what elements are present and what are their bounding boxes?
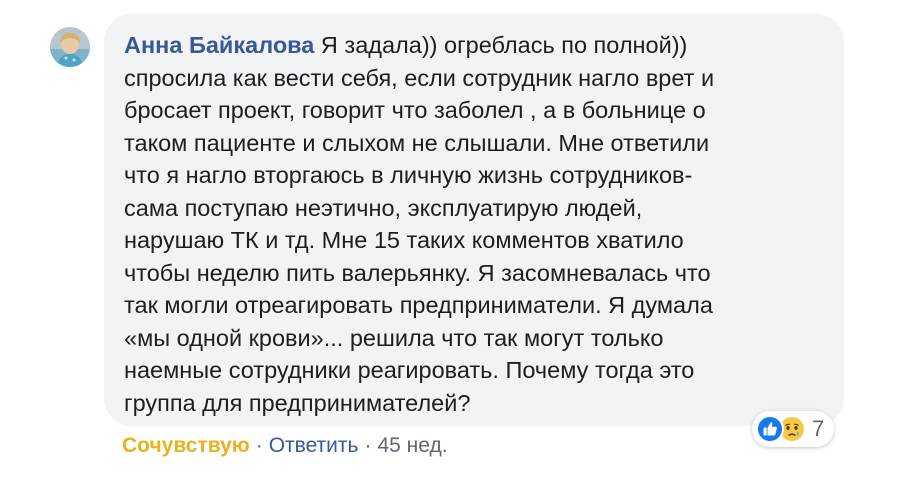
comment-line: «мы одной крови»... решила что так могут…	[124, 324, 664, 351]
reactions-summary[interactable]: 7	[752, 411, 835, 447]
comment-line: бросает проект, говорит что заболел , а …	[124, 97, 706, 123]
separator-dot: ·	[255, 434, 263, 457]
comment-actions: Сочувствую · Ответить · 45 нед.	[122, 432, 448, 460]
like-icon	[756, 415, 784, 443]
comment-text-segment: Я задала)) огреблась по полной))	[320, 32, 688, 58]
reaction-count: 7	[812, 416, 825, 441]
comment-line: нарушаю ТК и тд. Мне 15 таких комментов …	[124, 227, 684, 253]
comment-line: сама поступаю неэтично, эксплуатирую люд…	[124, 194, 643, 221]
comment-line: таком пациенте и слыхом не слышали. Мне …	[124, 129, 710, 156]
comment-line: спросила как вести себя, если сотрудник …	[124, 64, 715, 91]
comment-line: так могли отреагировать предприниматели.…	[124, 292, 713, 318]
comment-body: Анна Байкалова Я задала)) огреблась по п…	[124, 29, 804, 419]
reply-button[interactable]: Ответить	[269, 434, 359, 457]
separator-dot: ·	[364, 434, 372, 457]
avatar-photo-icon	[50, 27, 90, 67]
comment-line: наемные сотрудники реагировать. Почему т…	[124, 357, 695, 383]
react-button[interactable]: Сочувствую	[122, 434, 250, 457]
comment-timestamp[interactable]: 45 нед.	[377, 434, 447, 457]
comment-line: что я нагло вторгаюсь в личную жизнь сот…	[124, 162, 693, 188]
comment-line: чтобы неделю пить валерьянку. Я засомнев…	[124, 259, 711, 286]
comment-bubble: Анна Байкалова Я задала)) огреблась по п…	[104, 14, 844, 426]
author-name-link[interactable]: Анна Байкалова	[124, 32, 314, 58]
comment-line: Анна Байкалова Я задала)) огреблась по п…	[124, 29, 804, 62]
author-avatar[interactable]	[50, 27, 90, 67]
comment-line: группа для предпринимателей?	[124, 389, 471, 416]
